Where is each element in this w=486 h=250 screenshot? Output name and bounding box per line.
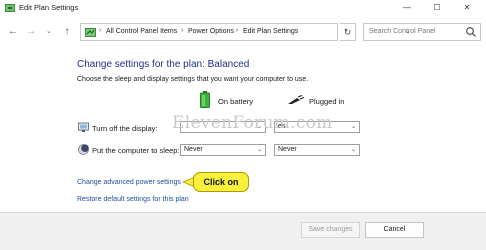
window-title: Edit Plan Settings bbox=[19, 3, 79, 12]
close-icon: ✕ bbox=[463, 3, 471, 12]
click-on-callout: Click on bbox=[193, 172, 249, 192]
title-bar: Edit Plan Settings — ☐ ✕ bbox=[0, 0, 486, 16]
page-description: Choose the sleep and display settings th… bbox=[77, 76, 309, 83]
arrow-right-icon: → bbox=[26, 26, 36, 37]
chevron-down-icon: ⌄ bbox=[46, 28, 52, 35]
control-panel-icon bbox=[5, 4, 15, 12]
display-icon bbox=[78, 122, 89, 132]
forward-button[interactable]: → bbox=[24, 25, 38, 39]
minimize-button[interactable]: — bbox=[396, 0, 418, 16]
arrow-up-icon: ↑ bbox=[64, 26, 70, 37]
sleep-battery-value: Never bbox=[184, 146, 203, 153]
search-placeholder: Search Control Panel bbox=[369, 28, 436, 35]
refresh-icon: ↻ bbox=[343, 27, 352, 37]
save-changes-button[interactable]: Save changes bbox=[301, 222, 360, 238]
control-panel-icon bbox=[85, 28, 96, 37]
refresh-button[interactable]: ↻ bbox=[340, 23, 356, 41]
up-button[interactable]: ↑ bbox=[60, 25, 74, 39]
change-advanced-power-settings-link[interactable]: Change advanced power settings bbox=[77, 179, 181, 186]
page-heading: Change settings for the plan: Balanced bbox=[77, 59, 250, 70]
sleep-moon-icon bbox=[78, 144, 89, 155]
sleep-label: Put the computer to sleep: bbox=[92, 146, 180, 155]
close-button[interactable]: ✕ bbox=[456, 0, 478, 16]
maximize-icon: ☐ bbox=[433, 3, 441, 12]
breadcrumb-edit-plan-settings[interactable]: Edit Plan Settings bbox=[243, 28, 298, 35]
breadcrumb-separator: › bbox=[236, 27, 239, 34]
turn-off-display-label: Turn off the display: bbox=[92, 124, 158, 133]
chevron-down-icon: ⌄ bbox=[350, 147, 356, 153]
plug-icon bbox=[288, 95, 305, 104]
breadcrumb-power-options[interactable]: Power Options bbox=[188, 28, 234, 35]
watermark: ElevenForum.com bbox=[172, 113, 333, 133]
chevron-down-icon: ⌄ bbox=[256, 147, 262, 153]
restore-default-settings-link[interactable]: Restore default settings for this plan bbox=[77, 196, 189, 203]
sleep-battery-select[interactable]: Never ⌄ bbox=[180, 144, 266, 156]
plugged-in-label: Plugged in bbox=[309, 97, 345, 106]
sleep-plugged-value: Never bbox=[278, 146, 297, 153]
cancel-button[interactable]: Cancel bbox=[365, 222, 424, 238]
address-bar[interactable]: › All Control Panel Items › Power Option… bbox=[80, 23, 411, 41]
breadcrumb-all-control-panel-items[interactable]: All Control Panel Items bbox=[106, 28, 177, 35]
search-input[interactable]: Search Control Panel bbox=[363, 23, 481, 41]
breadcrumb-separator: › bbox=[99, 27, 102, 34]
search-icon bbox=[466, 27, 476, 37]
footer-bar: Save changes Cancel bbox=[0, 212, 486, 250]
battery-icon bbox=[200, 91, 210, 108]
back-button[interactable]: ← bbox=[6, 25, 20, 39]
minimize-icon: — bbox=[403, 3, 411, 12]
sleep-plugged-select[interactable]: Never ⌄ bbox=[274, 144, 360, 156]
recent-locations-button[interactable]: ⌄ bbox=[42, 25, 56, 39]
arrow-left-icon: ← bbox=[8, 26, 18, 37]
maximize-button[interactable]: ☐ bbox=[426, 0, 448, 16]
on-battery-label: On battery bbox=[218, 97, 254, 106]
navigation-bar: ← → ⌄ ↑ › All Control Panel Items › Powe… bbox=[0, 16, 486, 48]
breadcrumb-separator: › bbox=[181, 27, 184, 34]
chevron-down-icon: ⌄ bbox=[350, 124, 356, 130]
